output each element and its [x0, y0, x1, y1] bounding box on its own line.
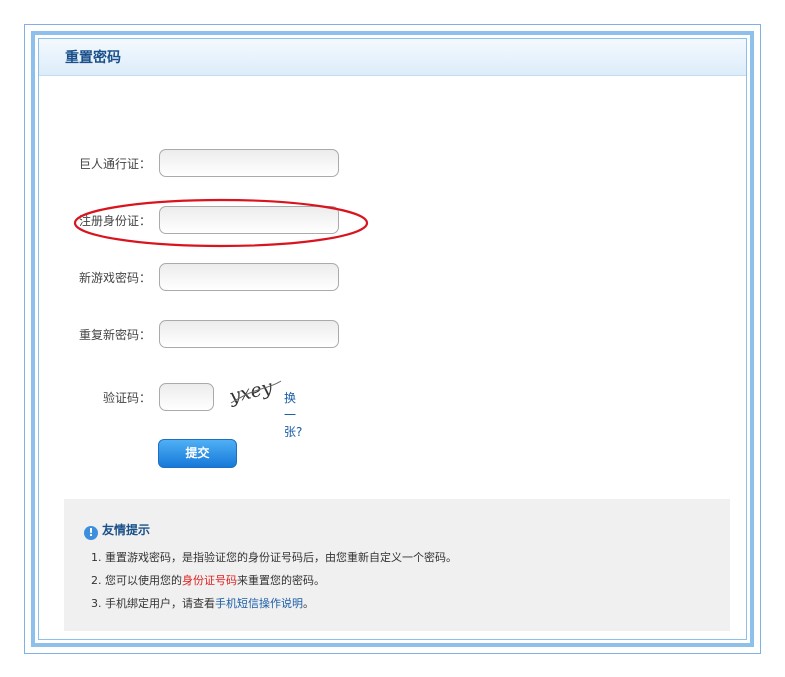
tips-box: ! 友情提示 1. 重置游戏密码，是指验证您的身份证号码后，由您重新自定义一个密码…: [64, 499, 730, 631]
captcha-text: yxey: [227, 376, 275, 407]
reset-password-panel: 重置密码 巨人通行证： 注册身份证： 新游戏密码： 重复新密码： 验证码： yx…: [24, 24, 761, 654]
tip-line-3: 3. 手机绑定用户，请查看手机短信操作说明。: [91, 595, 314, 611]
sms-guide-link[interactable]: 手机短信操作说明: [215, 597, 303, 610]
new-password-label: 新游戏密码：: [78, 271, 151, 285]
highlight-ellipse: [73, 198, 369, 248]
tip-line-1: 1. 重置游戏密码，是指验证您的身份证号码后，由您重新自定义一个密码。: [91, 551, 457, 564]
submit-button[interactable]: 提交: [158, 439, 237, 468]
tips-title: 友情提示: [102, 523, 151, 537]
tip-line-2-suffix: 来重置您的密码。: [237, 574, 325, 587]
panel-header: 重置密码: [39, 39, 746, 76]
info-icon: !: [84, 526, 98, 540]
change-captcha-link[interactable]: 换一张?: [284, 389, 302, 440]
repeat-password-input[interactable]: [159, 320, 339, 348]
tip-line-3-suffix: 。: [303, 597, 314, 610]
account-input[interactable]: [159, 149, 339, 177]
captcha-label: 验证码：: [102, 391, 151, 405]
tip-line-3-prefix: 3. 手机绑定用户，请查看: [91, 597, 215, 610]
panel-frame: 重置密码 巨人通行证： 注册身份证： 新游戏密码： 重复新密码： 验证码： yx…: [31, 31, 754, 647]
account-label: 巨人通行证：: [78, 157, 151, 171]
panel-inner-border: 重置密码 巨人通行证： 注册身份证： 新游戏密码： 重复新密码： 验证码： yx…: [38, 38, 747, 640]
captcha-input[interactable]: [159, 383, 214, 411]
new-password-input[interactable]: [159, 263, 339, 291]
tips-title-row: ! 友情提示: [84, 521, 150, 540]
id-number-highlight: 身份证号码: [182, 574, 237, 587]
page-title: 重置密码: [65, 50, 121, 66]
tip-line-2: 2. 您可以使用您的身份证号码来重置您的密码。: [91, 572, 325, 588]
captcha-image: yxey: [227, 376, 282, 407]
tip-line-2-prefix: 2. 您可以使用您的: [91, 574, 182, 587]
repeat-password-label: 重复新密码：: [78, 328, 151, 342]
